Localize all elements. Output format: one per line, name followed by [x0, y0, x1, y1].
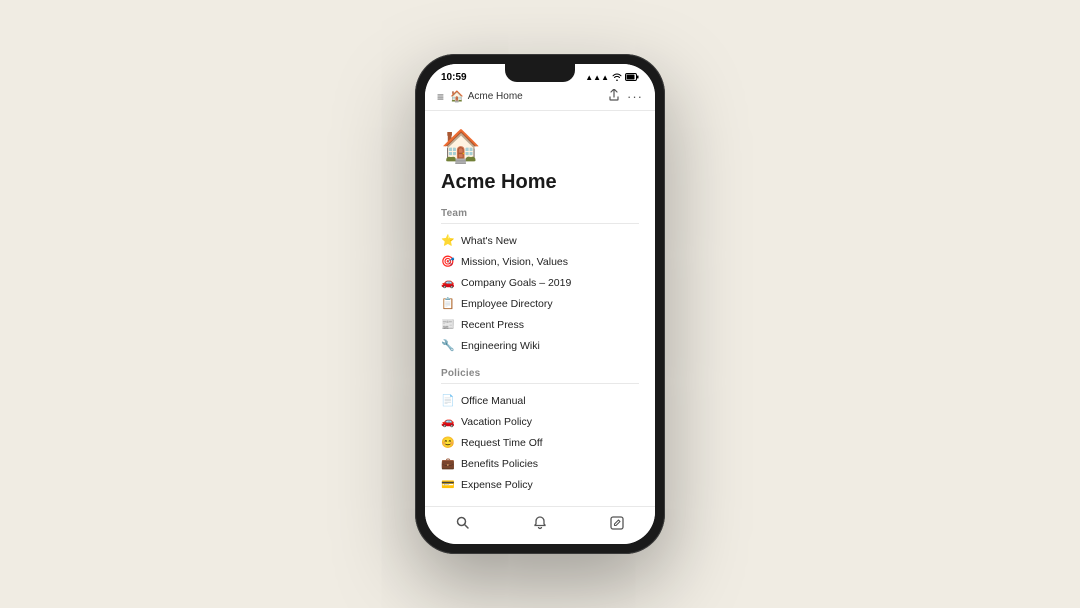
employee-dir-icon: 📋	[441, 297, 455, 310]
team-section-divider	[441, 223, 639, 224]
nav-page-emoji: 🏠	[450, 90, 464, 103]
search-tab-icon[interactable]	[455, 515, 471, 534]
list-item[interactable]: 🎯 Mission, Vision, Values	[441, 251, 639, 272]
compose-tab-icon[interactable]	[609, 515, 625, 534]
tab-bar	[425, 506, 655, 544]
nav-title-area: 🏠 Acme Home	[450, 90, 523, 103]
policies-section: Policies 📄 Office Manual 🚗 Vacation Poli…	[441, 368, 639, 495]
employee-dir-label: Employee Directory	[461, 298, 553, 310]
recent-press-label: Recent Press	[461, 319, 524, 331]
share-icon[interactable]	[609, 89, 619, 104]
signal-icon: ▲▲▲	[585, 73, 609, 82]
page-content: 🏠 Acme Home Team ⭐ What's New 🎯 Mission,…	[425, 111, 655, 506]
engineering-wiki-icon: 🔧	[441, 339, 455, 352]
notch	[505, 64, 575, 82]
wifi-icon	[612, 73, 622, 83]
list-item[interactable]: 🚗 Company Goals – 2019	[441, 272, 639, 293]
list-item[interactable]: 🚗 Vacation Policy	[441, 411, 639, 432]
phone-screen: 10:59 ▲▲▲	[425, 64, 655, 544]
whats-new-label: What's New	[461, 235, 517, 247]
mission-label: Mission, Vision, Values	[461, 256, 568, 268]
recent-press-icon: 📰	[441, 318, 455, 331]
phone-frame: 10:59 ▲▲▲	[415, 54, 665, 554]
whats-new-icon: ⭐	[441, 234, 455, 247]
office-manual-label: Office Manual	[461, 395, 526, 407]
more-icon[interactable]: ···	[627, 89, 643, 104]
vacation-policy-icon: 🚗	[441, 415, 455, 428]
nav-left: ≡ 🏠 Acme Home	[437, 90, 523, 104]
list-item[interactable]: 📄 Office Manual	[441, 390, 639, 411]
nav-right: ···	[609, 89, 643, 104]
page-title: Acme Home	[441, 171, 639, 194]
request-time-off-icon: 😊	[441, 436, 455, 449]
list-item[interactable]: 😊 Request Time Off	[441, 432, 639, 453]
policies-section-divider	[441, 383, 639, 384]
list-item[interactable]: 💳 Expense Policy	[441, 474, 639, 495]
nav-bar: ≡ 🏠 Acme Home ···	[425, 85, 655, 111]
battery-icon	[625, 73, 639, 83]
page-icon-emoji: 🏠	[441, 127, 639, 165]
home-indicator	[510, 547, 570, 550]
benefits-icon: 💼	[441, 457, 455, 470]
list-item[interactable]: 🔧 Engineering Wiki	[441, 335, 639, 356]
list-item[interactable]: ⭐ What's New	[441, 230, 639, 251]
company-goals-icon: 🚗	[441, 276, 455, 289]
expense-policy-label: Expense Policy	[461, 479, 533, 491]
benefits-label: Benefits Policies	[461, 458, 538, 470]
team-section-label: Team	[441, 208, 639, 219]
status-time: 10:59	[441, 72, 467, 83]
office-manual-icon: 📄	[441, 394, 455, 407]
policies-section-label: Policies	[441, 368, 639, 379]
request-time-off-label: Request Time Off	[461, 437, 543, 449]
list-item[interactable]: 💼 Benefits Policies	[441, 453, 639, 474]
bell-tab-icon[interactable]	[532, 515, 548, 534]
engineering-wiki-label: Engineering Wiki	[461, 340, 540, 352]
status-icons: ▲▲▲	[585, 73, 639, 83]
list-item[interactable]: 📋 Employee Directory	[441, 293, 639, 314]
team-section: Team ⭐ What's New 🎯 Mission, Vision, Val…	[441, 208, 639, 356]
hamburger-icon[interactable]: ≡	[437, 90, 444, 104]
list-item[interactable]: 📰 Recent Press	[441, 314, 639, 335]
company-goals-label: Company Goals – 2019	[461, 277, 571, 289]
nav-page-title: Acme Home	[468, 91, 523, 102]
mission-icon: 🎯	[441, 255, 455, 268]
vacation-policy-label: Vacation Policy	[461, 416, 532, 428]
expense-policy-icon: 💳	[441, 478, 455, 491]
